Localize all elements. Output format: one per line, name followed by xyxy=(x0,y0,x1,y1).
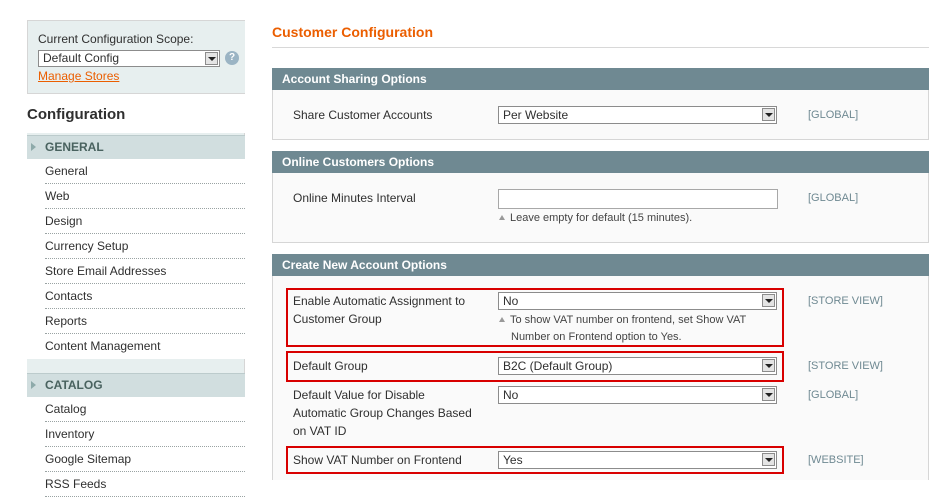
triangle-up-icon xyxy=(499,215,505,221)
field-note: Leave empty for default (15 minutes). xyxy=(498,210,692,227)
sidebar-item-design[interactable]: Design xyxy=(45,209,245,234)
sidebar-item-web[interactable]: Web xyxy=(45,184,245,209)
share-accounts-label: Share Customer Accounts xyxy=(293,108,433,122)
chevron-down-icon[interactable] xyxy=(762,108,775,121)
sidebar-item-content-management[interactable]: Content Management xyxy=(45,334,245,359)
divider xyxy=(272,47,929,48)
scope-tag: [GLOBAL] xyxy=(808,109,859,121)
scope-label: Current Configuration Scope: xyxy=(38,32,194,46)
scope-tag: [STORE VIEW] xyxy=(808,295,883,307)
triangle-right-icon xyxy=(31,381,36,389)
highlight-box xyxy=(286,351,784,382)
sidebar-item-google-sitemap[interactable]: Google Sitemap xyxy=(45,447,245,472)
sidebar-group-catalog[interactable]: CATALOG xyxy=(27,373,245,397)
scope-tag: [GLOBAL] xyxy=(808,389,859,401)
sidebar-item-rss-feeds[interactable]: RSS Feeds xyxy=(45,472,245,497)
scope-select[interactable]: Default Config xyxy=(38,50,220,67)
scope-tag: [STORE VIEW] xyxy=(808,360,883,372)
chevron-down-icon[interactable] xyxy=(762,388,775,401)
page-title: Customer Configuration xyxy=(272,24,433,40)
disable-auto-group-label: Default Value for Disable Automatic Group… xyxy=(293,388,472,438)
sidebar-item-inventory[interactable]: Inventory xyxy=(45,422,245,447)
scope-tag: [GLOBAL] xyxy=(808,192,859,204)
section-header-account-sharing[interactable]: Account Sharing Options xyxy=(272,68,929,90)
online-minutes-input[interactable] xyxy=(498,189,778,209)
sidebar-item-reports[interactable]: Reports xyxy=(45,309,245,334)
share-accounts-select[interactable]: Per Website xyxy=(498,106,777,124)
sidebar-item-currency-setup[interactable]: Currency Setup xyxy=(45,234,245,259)
online-minutes-label: Online Minutes Interval xyxy=(293,191,416,205)
highlight-box xyxy=(286,288,784,347)
highlight-box xyxy=(286,446,784,474)
triangle-right-icon xyxy=(31,143,36,151)
sidebar-item-general[interactable]: General xyxy=(45,159,245,184)
sidebar-title: Configuration xyxy=(27,95,245,133)
sidebar-group-general[interactable]: GENERAL xyxy=(27,135,245,159)
manage-stores-link[interactable]: Manage Stores xyxy=(38,69,119,83)
section-header-online-customers[interactable]: Online Customers Options xyxy=(272,151,929,173)
scope-tag: [WEBSITE] xyxy=(808,454,864,466)
sidebar-item-contacts[interactable]: Contacts xyxy=(45,284,245,309)
sidebar-item-catalog[interactable]: Catalog xyxy=(45,397,245,422)
scope-switcher: Current Configuration Scope: Default Con… xyxy=(27,20,245,94)
help-icon[interactable]: ? xyxy=(225,51,239,65)
section-header-create-account[interactable]: Create New Account Options xyxy=(272,254,929,276)
chevron-down-icon[interactable] xyxy=(205,52,218,65)
sidebar-item-store-email[interactable]: Store Email Addresses xyxy=(45,259,245,284)
disable-auto-group-select[interactable]: No xyxy=(498,386,777,404)
scope-select-value: Default Config xyxy=(43,51,120,65)
